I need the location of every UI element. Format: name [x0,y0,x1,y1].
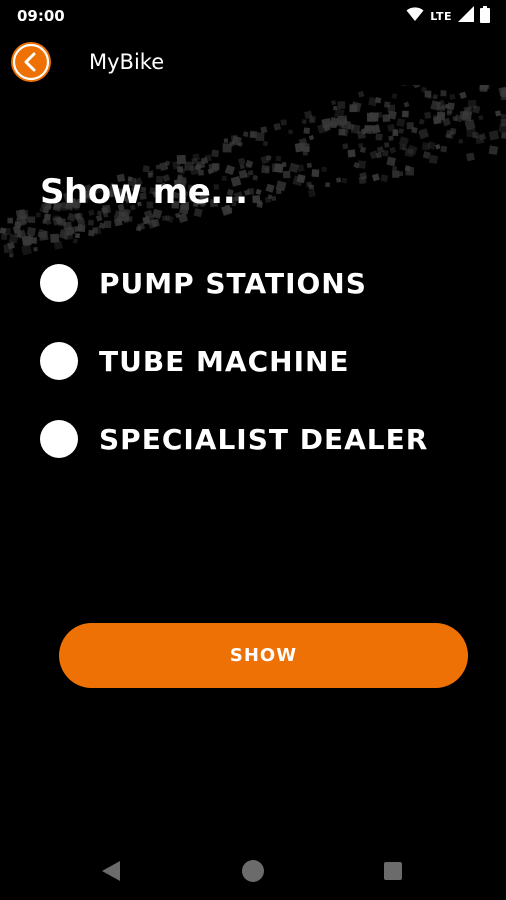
option-pump-stations[interactable]: PUMP STATIONS [40,262,367,304]
option-label: SPECIALIST DEALER [99,422,429,456]
option-label: PUMP STATIONS [99,266,367,300]
radio-button[interactable] [40,420,78,458]
chevron-left-icon [11,42,51,82]
show-button[interactable]: SHOW [59,623,468,688]
network-type-label: LTE [430,9,452,23]
status-bar: 09:00 LTE [0,0,506,32]
nav-recent-apps-icon[interactable] [384,862,402,880]
option-specialist-dealer[interactable]: SPECIALIST DEALER [40,418,428,460]
back-button[interactable] [11,42,51,82]
status-icons: LTE [406,5,490,27]
status-time: 09:00 [17,7,65,25]
system-nav-bar [0,840,506,900]
app-title: MyBike [89,50,165,74]
option-tube-machine[interactable]: TUBE MACHINE [40,340,350,382]
wifi-icon [406,6,424,26]
battery-icon [480,5,490,27]
nav-home-icon[interactable] [242,860,264,882]
option-label: TUBE MACHINE [99,344,350,378]
page-heading: Show me... [40,172,248,212]
show-button-label: SHOW [229,645,298,666]
radio-button[interactable] [40,264,78,302]
signal-icon [458,6,474,26]
radio-button[interactable] [40,342,78,380]
nav-back-icon[interactable] [101,860,121,886]
